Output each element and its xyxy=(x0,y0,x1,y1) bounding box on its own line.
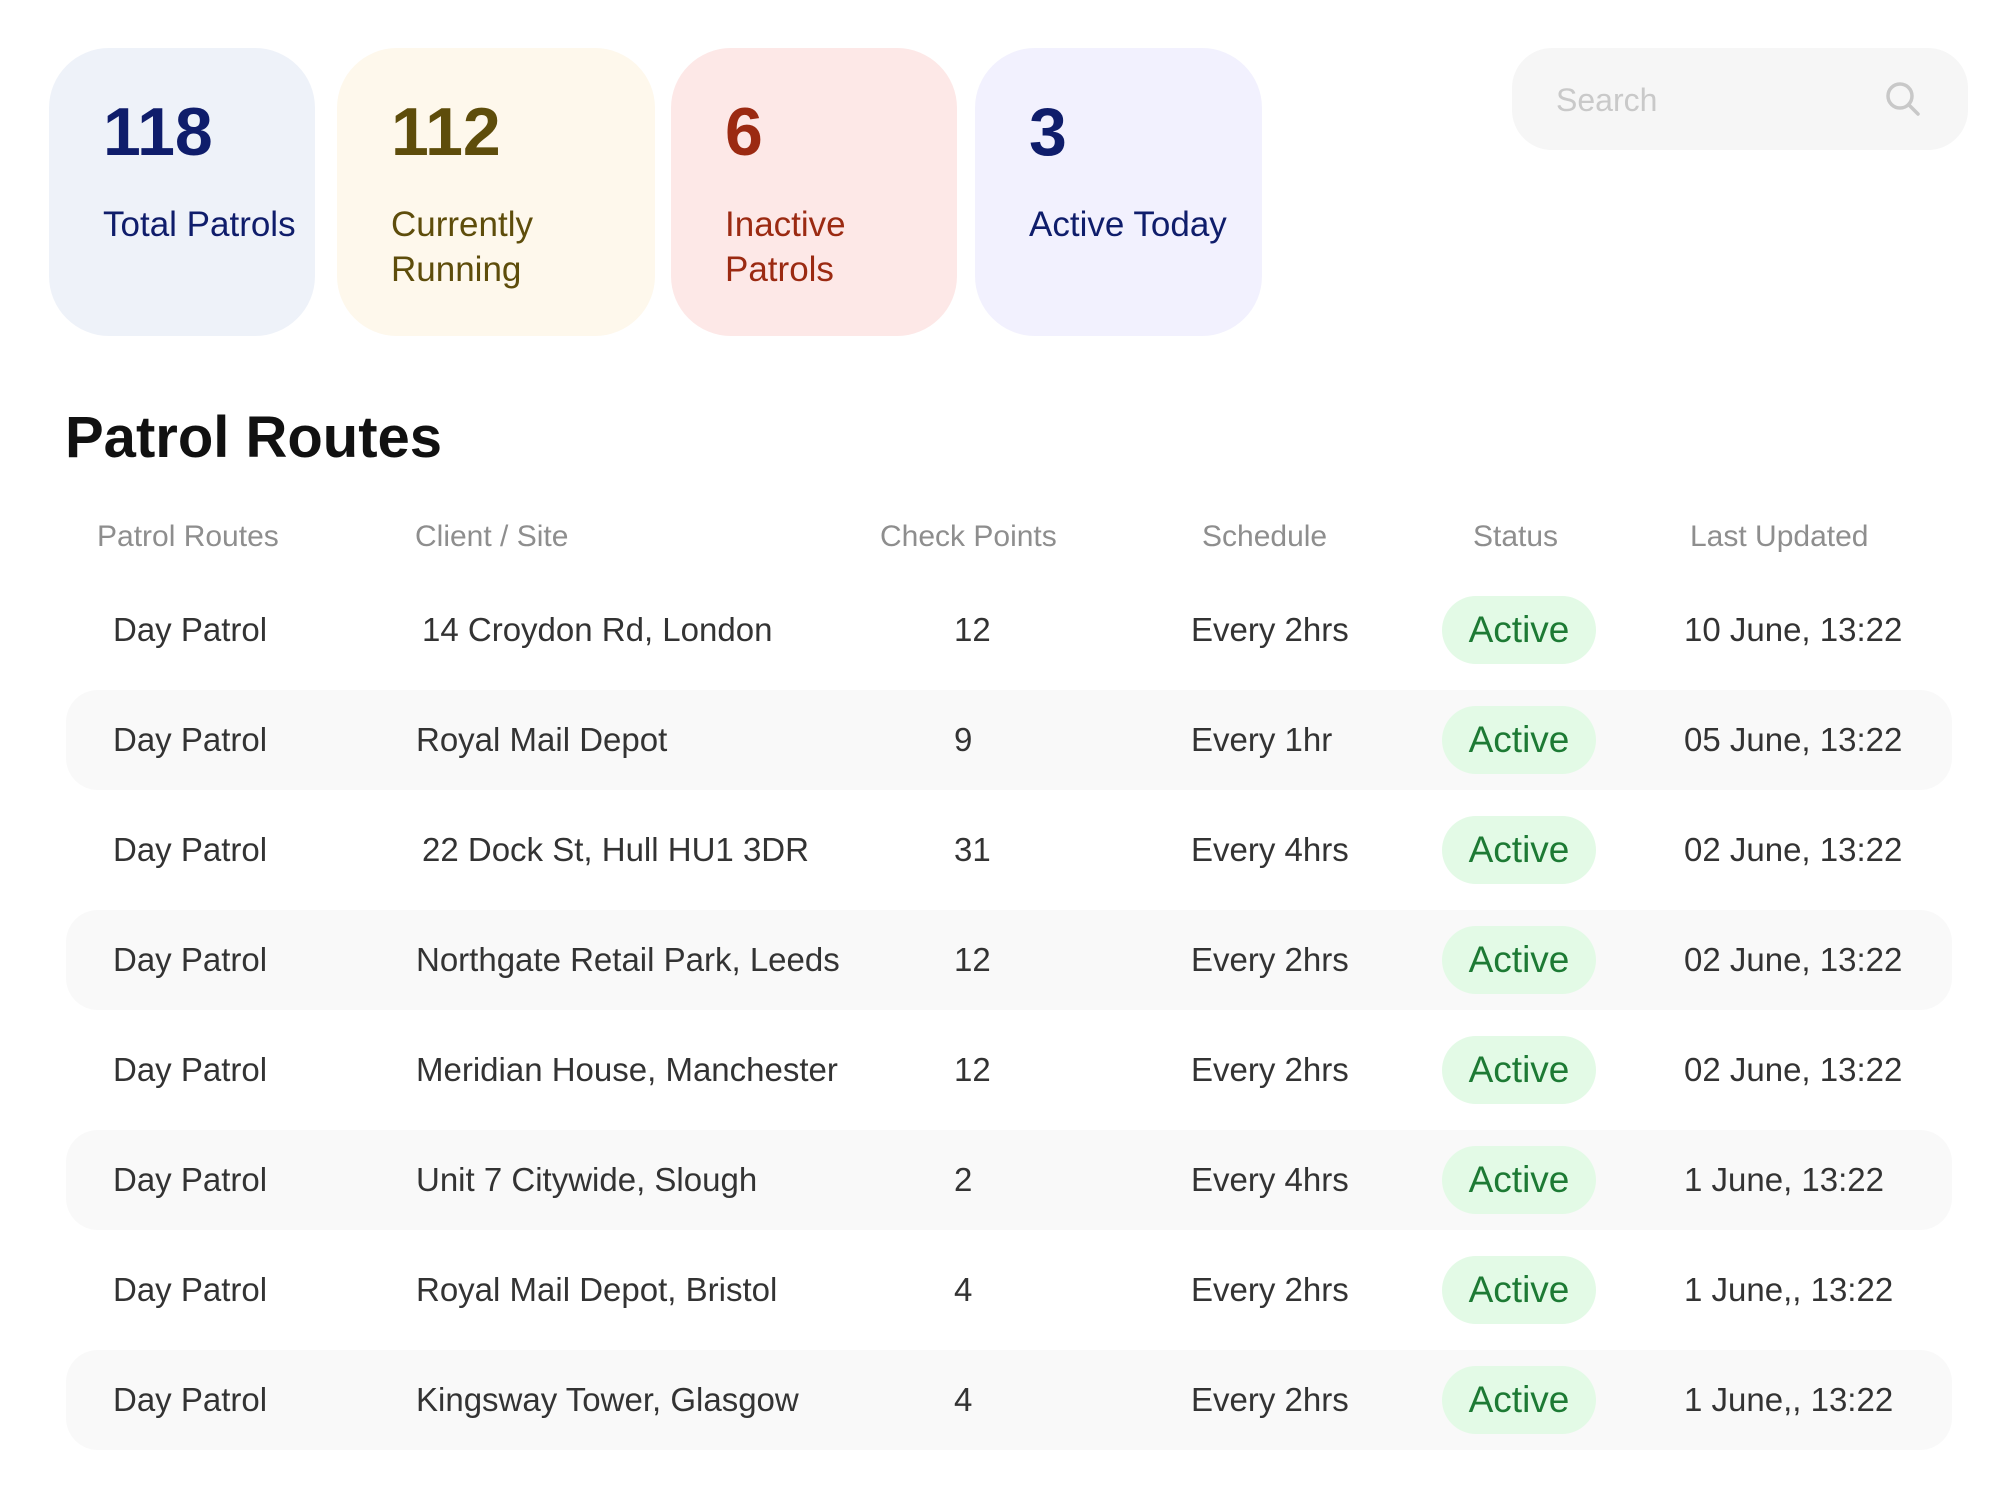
stat-card-currently-running[interactable]: 112 Currently Running xyxy=(337,48,655,336)
table-row[interactable]: Day Patrol Meridian House, Manchester 12… xyxy=(66,1020,1952,1120)
stat-value: 118 xyxy=(103,94,213,170)
cell-patrol-route: Day Patrol xyxy=(113,831,268,868)
cell-client-site: Royal Mail Depot, Bristol xyxy=(416,1271,778,1308)
cell-patrol-route: Day Patrol xyxy=(113,1381,268,1418)
cell-last-updated: 1 June,, 13:22 xyxy=(1684,1381,1894,1418)
table-header: Patrol Routes Client / Site Check Points… xyxy=(0,515,2000,559)
status-badge: Active xyxy=(1442,816,1596,884)
cell-patrol-route: Day Patrol xyxy=(113,1051,268,1088)
stat-label: Active Today xyxy=(1029,205,1227,244)
stat-card-active-today[interactable]: 3 Active Today xyxy=(975,48,1262,336)
search-box xyxy=(1512,48,1968,150)
cell-patrol-route: Day Patrol xyxy=(113,721,268,758)
column-header-patrol-routes[interactable]: Patrol Routes xyxy=(97,515,279,559)
cell-schedule: Every 2hrs xyxy=(1191,1271,1349,1308)
cell-last-updated: 02 June, 13:22 xyxy=(1684,1051,1903,1088)
column-header-status[interactable]: Status xyxy=(1473,515,1558,559)
cell-check-points: 4 xyxy=(954,1381,973,1418)
table-row[interactable]: Day Patrol Royal Mail Depot 9 Every 1hr … xyxy=(66,690,1952,790)
table-row[interactable]: Day Patrol 14 Croydon Rd, London 12 Ever… xyxy=(66,580,1952,680)
stat-card-total-patrols[interactable]: 118 Total Patrols xyxy=(49,48,315,336)
column-header-client-site[interactable]: Client / Site xyxy=(415,515,568,559)
cell-last-updated: 05 June, 13:22 xyxy=(1684,721,1903,758)
cell-last-updated: 1 June,, 13:22 xyxy=(1684,1271,1894,1308)
cell-last-updated: 1 June, 13:22 xyxy=(1684,1161,1884,1198)
status-badge: Active xyxy=(1442,596,1596,664)
cell-last-updated: 02 June, 13:22 xyxy=(1684,831,1903,868)
cell-schedule: Every 2hrs xyxy=(1191,1381,1349,1418)
status-badge: Active xyxy=(1442,1146,1596,1214)
cell-schedule: Every 4hrs xyxy=(1191,831,1349,868)
stat-value: 6 xyxy=(725,94,763,170)
cell-client-site: Royal Mail Depot xyxy=(416,721,668,758)
stat-label: Currently Running xyxy=(391,205,533,289)
search-input[interactable] xyxy=(1554,74,1858,126)
cell-patrol-route: Day Patrol xyxy=(113,611,268,648)
cell-check-points: 12 xyxy=(954,1051,991,1088)
cell-client-site: Meridian House, Manchester xyxy=(416,1051,838,1088)
cell-client-site: 14 Croydon Rd, London xyxy=(422,611,773,648)
cell-patrol-route: Day Patrol xyxy=(113,1161,268,1198)
status-badge: Active xyxy=(1442,1036,1596,1104)
cell-client-site: Kingsway Tower, Glasgow xyxy=(416,1381,799,1418)
status-badge: Active xyxy=(1442,1366,1596,1434)
cell-check-points: 4 xyxy=(954,1271,973,1308)
cell-check-points: 2 xyxy=(954,1161,973,1198)
status-badge: Active xyxy=(1442,706,1596,774)
stat-label: Total Patrols xyxy=(103,205,296,244)
column-header-check-points[interactable]: Check Points xyxy=(880,515,1057,559)
cell-last-updated: 02 June, 13:22 xyxy=(1684,941,1903,978)
cell-schedule: Every 4hrs xyxy=(1191,1161,1349,1198)
cell-check-points: 31 xyxy=(954,831,991,868)
cell-check-points: 12 xyxy=(954,941,991,978)
table-row[interactable]: Day Patrol Unit 7 Citywide, Slough 2 Eve… xyxy=(66,1130,1952,1230)
search-icon[interactable] xyxy=(1884,80,1922,118)
cell-check-points: 9 xyxy=(954,721,973,758)
status-badge: Active xyxy=(1442,1256,1596,1324)
cell-schedule: Every 2hrs xyxy=(1191,611,1349,648)
stat-value: 3 xyxy=(1029,94,1067,170)
stat-value: 112 xyxy=(391,94,501,170)
stat-card-inactive-patrols[interactable]: 6 Inactive Patrols xyxy=(671,48,957,336)
cell-client-site: Unit 7 Citywide, Slough xyxy=(416,1161,758,1198)
patrol-dashboard: 118 Total Patrols 112 Currently Running … xyxy=(0,0,2000,1500)
table-row[interactable]: Day Patrol Northgate Retail Park, Leeds … xyxy=(66,910,1952,1010)
column-header-schedule[interactable]: Schedule xyxy=(1202,515,1327,559)
table-row[interactable]: Day Patrol Royal Mail Depot, Bristol 4 E… xyxy=(66,1240,1952,1340)
cell-patrol-route: Day Patrol xyxy=(113,941,268,978)
status-badge: Active xyxy=(1442,926,1596,994)
cell-last-updated: 10 June, 13:22 xyxy=(1684,611,1903,648)
page-title: Patrol Routes xyxy=(65,405,443,470)
cell-patrol-route: Day Patrol xyxy=(113,1271,268,1308)
column-header-last-updated[interactable]: Last Updated xyxy=(1690,515,1868,559)
table-row[interactable]: Day Patrol 22 Dock St, Hull HU1 3DR 31 E… xyxy=(66,800,1952,900)
cell-client-site: 22 Dock St, Hull HU1 3DR xyxy=(422,831,809,868)
table-row[interactable]: Day Patrol Kingsway Tower, Glasgow 4 Eve… xyxy=(66,1350,1952,1450)
stat-label: Inactive Patrols xyxy=(725,205,846,289)
cell-schedule: Every 1hr xyxy=(1191,721,1333,758)
cell-check-points: 12 xyxy=(954,611,991,648)
cell-client-site: Northgate Retail Park, Leeds xyxy=(416,941,840,978)
cell-schedule: Every 2hrs xyxy=(1191,1051,1349,1088)
cell-schedule: Every 2hrs xyxy=(1191,941,1349,978)
